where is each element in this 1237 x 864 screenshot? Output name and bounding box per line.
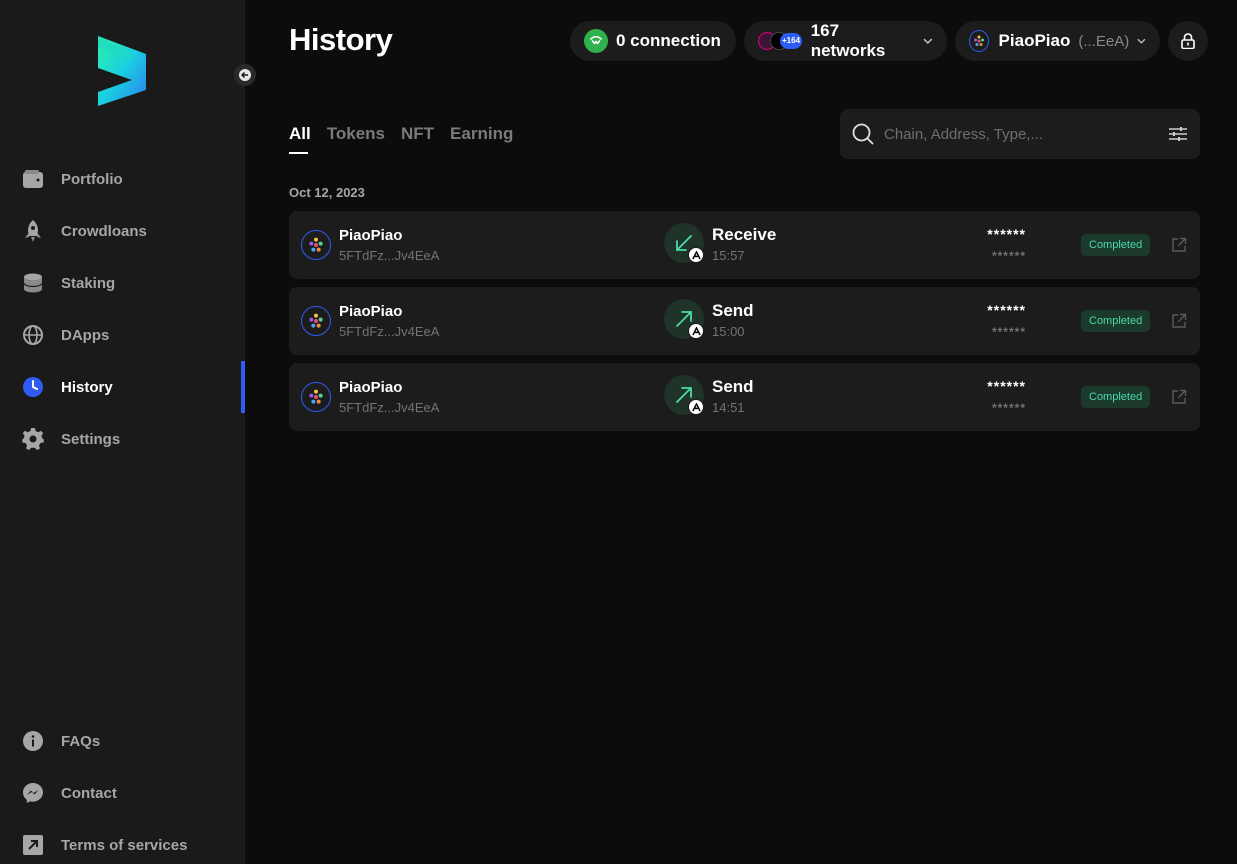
transaction-type: Send [712,301,754,320]
sidebar-item-label: FAQs [61,732,101,750]
network-logos-icon: +164 [758,31,803,51]
status-badge: Completed [1081,234,1151,256]
sidebar-item-contact[interactable]: Contact [0,767,245,819]
chain-logo-icon [688,323,704,339]
connection-button[interactable]: 0 connection [570,21,736,61]
sidebar-item-label: Staking [61,274,116,292]
rocket-icon [22,220,44,242]
lock-icon [1181,33,1195,49]
tab-all[interactable]: All [289,124,311,154]
account-name: PiaoPiao [339,227,403,244]
transaction-type: Send [712,377,754,396]
sidebar: Portfolio Crowdloans Staking DApps Histo… [0,0,245,864]
sidebar-item-staking[interactable]: Staking [0,257,245,309]
transaction-time: 15:57 [712,248,745,263]
account-name: PiaoPiao [339,303,403,320]
networks-button[interactable]: +164 167 networks [744,21,947,61]
chain-logo-icon [688,247,704,263]
filter-icon[interactable] [1168,126,1188,142]
search-icon [852,123,874,145]
sidebar-item-portfolio[interactable]: Portfolio [0,153,245,205]
tab-nft[interactable]: NFT [401,124,434,154]
external-link-icon[interactable] [1171,237,1187,253]
account-address: 5FTdFz...Jv4EeA [339,324,440,339]
transaction-fee: ****** [991,401,1026,415]
sidebar-item-label: Portfolio [61,170,123,188]
transaction-amount: ****** [987,226,1026,242]
collapse-sidebar-button[interactable] [234,64,256,86]
transaction-fee: ****** [991,325,1026,339]
transaction-type: Receive [712,225,777,244]
status-badge: Completed [1081,310,1151,332]
gear-icon [22,428,44,450]
external-link-icon[interactable] [1171,313,1187,329]
transaction-amount: ****** [987,378,1026,394]
sidebar-item-settings[interactable]: Settings [0,413,245,465]
database-icon [22,272,44,294]
account-selector[interactable]: PiaoPiao (...EeA) [955,21,1160,61]
account-avatar [301,230,331,260]
account-address: 5FTdFz...Jv4EeA [339,400,440,415]
networks-more-badge: +164 [780,33,803,49]
account-address-short: (...EeA) [1078,32,1130,50]
sidebar-item-terms[interactable]: Terms of services [0,819,245,864]
search-input[interactable] [884,125,1168,143]
sidebar-item-label: Contact [61,784,117,802]
history-tabs: All Tokens NFT Earning [289,124,529,154]
networks-label: 167 networks [810,21,886,60]
sidebar-item-label: Settings [61,430,121,448]
transaction-row[interactable]: PiaoPiao 5FTdFz...Jv4EeA Send 14:51 ****… [289,363,1200,431]
transaction-time: 15:00 [712,324,745,339]
page-title: History [289,22,393,57]
chain-logo-icon [688,399,704,415]
sidebar-item-faqs[interactable]: FAQs [0,715,245,767]
date-group-label: Oct 12, 2023 [289,185,365,200]
account-name: PiaoPiao [998,31,1071,50]
chevron-down-icon [1137,38,1146,44]
account-name: PiaoPiao [339,379,403,396]
chevron-down-icon [923,38,933,44]
sidebar-item-label: Terms of services [61,836,188,854]
tab-tokens[interactable]: Tokens [327,124,385,154]
sidebar-item-label: Crowdloans [61,222,147,240]
tab-earning[interactable]: Earning [450,124,513,154]
transaction-time: 14:51 [712,400,745,415]
status-badge: Completed [1081,386,1151,408]
search-bar [840,109,1200,159]
clock-icon [22,376,44,398]
sidebar-item-crowdloans[interactable]: Crowdloans [0,205,245,257]
sidebar-item-history[interactable]: History [0,361,245,413]
subwallet-logo[interactable] [96,34,148,106]
walletconnect-icon [584,29,608,53]
messenger-icon [22,782,44,804]
account-avatar [301,306,331,336]
account-avatar-icon [969,30,989,52]
transaction-row[interactable]: PiaoPiao 5FTdFz...Jv4EeA Receive 15:57 *… [289,211,1200,279]
lock-button[interactable] [1168,21,1208,61]
arrow-left-icon [239,69,251,81]
info-icon [22,730,44,752]
account-avatar [301,382,331,412]
sidebar-item-label: DApps [61,326,110,344]
external-link-icon[interactable] [1171,389,1187,405]
transaction-row[interactable]: PiaoPiao 5FTdFz...Jv4EeA Send 15:00 ****… [289,287,1200,355]
transaction-amount: ****** [987,302,1026,318]
sidebar-item-dapps[interactable]: DApps [0,309,245,361]
wallet-icon [22,168,44,190]
transaction-fee: ****** [991,249,1026,263]
account-address: 5FTdFz...Jv4EeA [339,248,440,263]
connection-label: 0 connection [616,31,721,50]
sidebar-item-label: History [61,378,113,396]
globe-icon [22,324,44,346]
external-square-icon [22,834,44,856]
